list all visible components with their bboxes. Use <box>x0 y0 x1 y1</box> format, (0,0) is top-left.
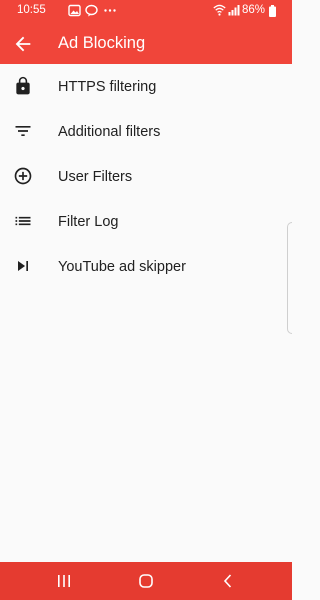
menu-item-label: HTTPS filtering <box>58 79 157 95</box>
status-time: 10:55 <box>17 4 46 16</box>
menu-item-filter-log[interactable]: Filter Log <box>0 199 292 244</box>
arrow-back-icon[interactable] <box>12 33 34 55</box>
menu-item-label: Additional filters <box>58 124 161 140</box>
image-icon <box>68 4 81 17</box>
menu-item-https-filtering[interactable]: HTTPS filtering <box>0 64 292 109</box>
list-icon <box>15 216 31 226</box>
more-dots-icon <box>104 9 116 12</box>
edge-panel-handle[interactable] <box>287 222 292 334</box>
system-nav-bar <box>0 562 292 600</box>
signal-icon <box>228 5 240 16</box>
menu-item-youtube-ad-skipper[interactable]: YouTube ad skipper <box>0 244 292 289</box>
status-bar: 10:55 86% <box>0 0 292 22</box>
menu-item-additional-filters[interactable]: Additional filters <box>0 109 292 154</box>
battery-percentage: 86% <box>242 4 266 16</box>
back-icon[interactable] <box>219 572 237 590</box>
add-circle-icon <box>14 167 32 185</box>
lock-icon <box>16 76 30 95</box>
menu-item-user-filters[interactable]: User Filters <box>0 154 292 199</box>
chat-icon <box>85 4 98 17</box>
wifi-icon <box>213 4 226 16</box>
home-icon[interactable] <box>137 572 155 590</box>
battery-icon <box>269 5 276 17</box>
app-bar: Ad Blocking <box>0 22 292 64</box>
skip-next-icon <box>18 261 28 271</box>
settings-list: HTTPS filtering Additional filters User … <box>0 64 292 289</box>
filter-icon <box>15 126 31 136</box>
menu-item-label: Filter Log <box>58 214 119 230</box>
menu-item-label: YouTube ad skipper <box>58 259 186 275</box>
page-title: Ad Blocking <box>58 34 146 52</box>
recent-apps-icon[interactable] <box>55 572 73 590</box>
menu-item-label: User Filters <box>58 169 133 185</box>
